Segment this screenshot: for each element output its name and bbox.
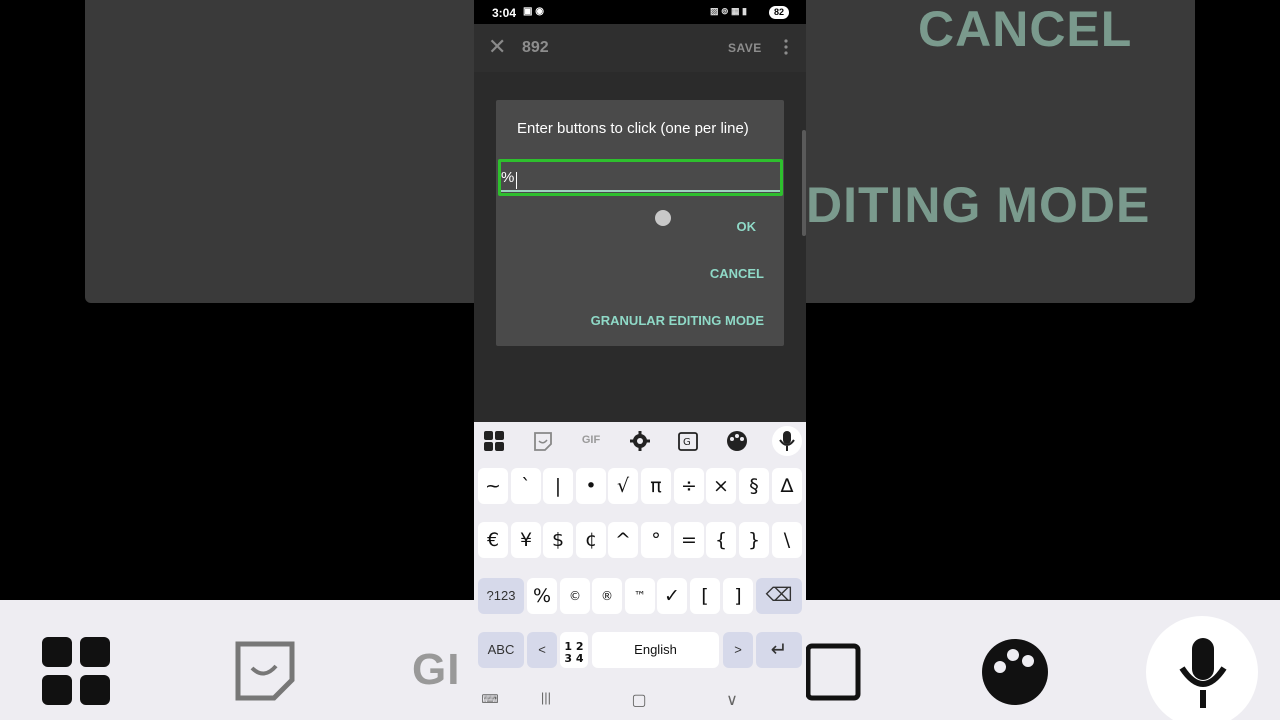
home-button[interactable]: ▢ (627, 690, 651, 710)
key-equals[interactable]: = (674, 522, 704, 558)
key-checkmark[interactable]: ✓ (657, 578, 687, 614)
system-nav-bar: ⌨ ||| ▢ ∨ (474, 680, 806, 720)
key-pipe[interactable]: | (543, 468, 573, 504)
scrollbar[interactable] (802, 130, 806, 236)
notification-icons: ▣ ◉ (523, 6, 544, 17)
key-caret[interactable]: ^ (608, 522, 638, 558)
enter-icon[interactable]: ↵ (756, 632, 802, 668)
screen: CANCEL DITING MODE GI 3:04 ▣ ◉ ▨ ⊚ ▦ ▮ 8… (0, 0, 1280, 720)
save-button[interactable]: SAVE (728, 41, 762, 55)
background-cancel-text: CANCEL (918, 1, 1133, 57)
dialog-title: Enter buttons to click (one per line) (517, 120, 749, 137)
status-time: 3:04 (492, 6, 517, 20)
key-divide[interactable]: ÷ (674, 468, 704, 504)
key-backslash[interactable]: \ (772, 522, 802, 558)
space-bar[interactable]: English (592, 632, 719, 668)
key-bullet[interactable]: • (576, 468, 606, 504)
key-delta[interactable]: ∆ (772, 468, 802, 504)
battery-icon: 82 (769, 6, 789, 19)
cancel-button[interactable]: CANCEL (686, 266, 764, 281)
background-gif-text: GI (412, 645, 461, 694)
apps-grid-icon[interactable] (482, 430, 506, 452)
key-tilde[interactable]: ~ (478, 468, 508, 504)
key-dollar[interactable]: $ (543, 522, 573, 558)
background-sticker-icon (235, 641, 295, 701)
buttons-input[interactable] (501, 164, 780, 192)
button-entry-dialog: Enter buttons to click (one per line) OK… (496, 100, 784, 346)
more-options-icon[interactable] (783, 39, 789, 55)
key-registered[interactable]: ® (592, 578, 622, 614)
keyboard-toolbar: GIF G (474, 422, 806, 460)
background-translate-icon (806, 643, 861, 701)
back-button[interactable]: ∨ (720, 690, 744, 710)
key-yen[interactable]: ¥ (511, 522, 541, 558)
abc-mode-key[interactable]: ABC (478, 632, 524, 668)
granular-editing-mode-button[interactable]: GRANULAR EDITING MODE (586, 313, 764, 328)
background-editing-text: DITING MODE (806, 177, 1151, 233)
text-caret (516, 172, 517, 189)
key-euro[interactable]: € (478, 522, 508, 558)
background-palette-icon (982, 639, 1048, 705)
microphone-icon[interactable] (775, 430, 799, 452)
key-left-bracket[interactable]: [ (690, 578, 720, 614)
page-right-key[interactable]: > (723, 632, 753, 668)
numeric-page-key-bottom: 3 4 (564, 652, 584, 665)
key-trademark[interactable]: ™ (625, 578, 655, 614)
keyboard-hide-icon[interactable]: ⌨ (478, 692, 502, 706)
key-right-brace[interactable]: } (739, 522, 769, 558)
translate-icon[interactable]: G (676, 430, 700, 452)
key-degree[interactable]: ° (641, 522, 671, 558)
background-mic-icon (1179, 638, 1227, 708)
theme-palette-icon[interactable] (725, 430, 749, 452)
symbols-mode-key[interactable]: ?123 (478, 578, 524, 614)
close-icon[interactable]: ✕ (488, 36, 506, 58)
ok-button[interactable]: OK (726, 219, 757, 234)
key-sqrt[interactable]: √ (608, 468, 638, 504)
key-cent[interactable]: ¢ (576, 522, 606, 558)
sticker-icon[interactable] (531, 430, 555, 452)
gif-button[interactable]: GIF (576, 434, 606, 456)
page-left-key[interactable]: < (527, 632, 557, 668)
key-backtick[interactable]: ` (511, 468, 541, 504)
status-bar: 3:04 ▣ ◉ ▨ ⊚ ▦ ▮ 82 (474, 0, 806, 24)
settings-gear-icon[interactable] (628, 430, 652, 452)
touch-indicator (655, 210, 671, 226)
key-right-bracket[interactable]: ] (723, 578, 753, 614)
key-section[interactable]: § (739, 468, 769, 504)
key-pi[interactable]: π (641, 468, 671, 504)
svg-text:G: G (683, 437, 691, 448)
app-bar: ✕ 892 SAVE (474, 24, 806, 72)
backspace-icon[interactable]: ⌫ (756, 578, 802, 614)
key-left-brace[interactable]: { (706, 522, 736, 558)
on-screen-keyboard: GIF G ~ ` | • √ π ÷ × § ∆ € ¥ $ ¢ ^ ° = … (474, 422, 806, 720)
system-status-icons: ▨ ⊚ ▦ ▮ (710, 6, 748, 16)
page-title: 892 (522, 39, 549, 56)
recent-apps-button[interactable]: ||| (534, 690, 558, 705)
buttons-input-focus-ring (498, 159, 783, 196)
numeric-page-key[interactable]: 1 2 3 4 (560, 632, 588, 668)
phone-screen: 3:04 ▣ ◉ ▨ ⊚ ▦ ▮ 82 ✕ 892 SAVE Enter but… (474, 0, 806, 720)
background-apps-icon (42, 637, 110, 705)
key-multiply[interactable]: × (706, 468, 736, 504)
key-copyright[interactable]: © (560, 578, 590, 614)
key-percent[interactable]: % (527, 578, 557, 614)
